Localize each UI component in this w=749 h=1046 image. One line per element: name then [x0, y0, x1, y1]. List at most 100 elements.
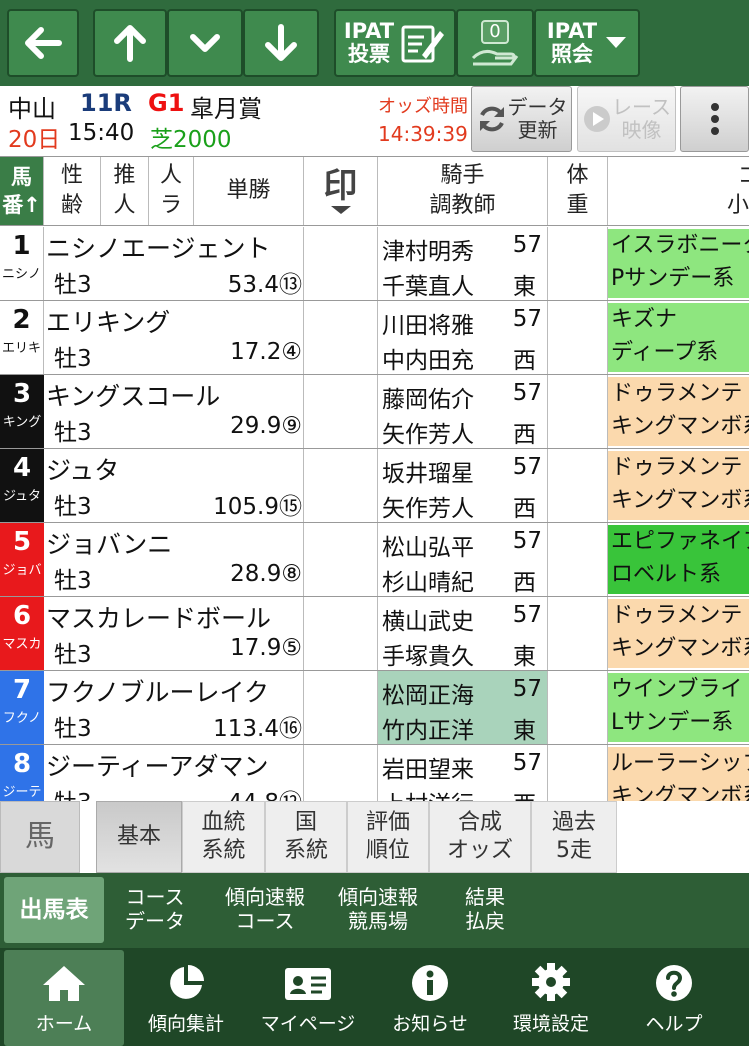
tab-results[interactable]: 結果 払戻	[440, 873, 530, 945]
nav-home[interactable]: ホーム	[4, 950, 124, 1046]
nav-settings[interactable]: 環境設定	[492, 948, 610, 1046]
refresh-top: データ	[507, 95, 568, 119]
caret-down-icon	[606, 37, 627, 48]
mark-cell[interactable]	[304, 375, 378, 448]
header-umaban[interactable]: 馬番↑	[0, 157, 44, 225]
col-divider	[378, 597, 548, 670]
sire-line-cell: ドゥラメンテキングマンボ系	[608, 599, 749, 668]
table-row[interactable]: 7フクノフクノブルーレイク牡3113.4⑯松岡正海57竹内正洋東ウインブライトL…	[0, 671, 749, 745]
header-win-odds[interactable]: 単勝	[194, 157, 304, 225]
video-top: レース	[612, 95, 671, 119]
sire-line: Pサンデー系	[611, 266, 735, 291]
table-row[interactable]: 3 キング キングスコール 牡3 29.9⑨ 藤岡佑介 57 矢作芳人西ドゥラメンテ キングマン…	[0, 375, 749, 449]
venue: 中山	[8, 95, 56, 123]
pie-chart-icon	[170, 965, 204, 999]
ipat-vote-bottom: 投票	[347, 42, 390, 66]
nav-news[interactable]: お知らせ	[372, 948, 488, 1046]
tab-trend-track[interactable]: 傾向速報 競馬場	[322, 873, 434, 945]
tab-combined-odds[interactable]: 合成 オッズ	[429, 801, 531, 873]
nav-trend[interactable]: 傾向集計	[128, 948, 244, 1046]
header-body-weight[interactable]: 体重	[548, 157, 608, 225]
ipat-ref-bottom: 照会	[550, 42, 593, 66]
col-divider	[378, 671, 548, 744]
tab-bloodline[interactable]: 血統 系統	[182, 801, 265, 873]
col-divider	[378, 375, 548, 448]
sire-name: イスラボニータ	[611, 233, 749, 258]
table-row[interactable]: 2 エリキ エリキング 牡3 17.2④ 川田将雅 57 中内田充西キズナ ディープ系	[0, 301, 749, 375]
sire-name: ドゥラメンテ	[611, 381, 743, 406]
arrow-left-icon	[25, 27, 62, 59]
col-divider	[0, 449, 304, 522]
mark-cell[interactable]	[304, 449, 378, 522]
mark-cell[interactable]	[304, 523, 378, 596]
horse-view-toggle[interactable]: 馬	[0, 801, 80, 873]
tab-past-5-races[interactable]: 過去 5走	[531, 801, 617, 873]
first-race-button[interactable]	[93, 9, 167, 77]
sire-line-cell: エピファネイアロベルト系	[608, 525, 749, 594]
sire-name: ウインブライト	[611, 677, 749, 702]
next-race-button[interactable]	[243, 9, 319, 77]
cart-button[interactable]: 0	[456, 9, 534, 77]
sire-name: キズナ	[611, 307, 678, 332]
table-row[interactable]: 1ニシノニシノエージェント牡353.4⑬津村明秀57千葉直人東イスラボニータPサ…	[0, 227, 749, 301]
chevron-down-icon	[190, 34, 220, 52]
hand-coin-icon	[471, 49, 519, 66]
cart-count-badge: 0	[481, 20, 509, 44]
play-circle-icon	[584, 106, 610, 132]
header-sex-age[interactable]: 性齢	[44, 157, 101, 225]
tab-basic[interactable]: 基本	[96, 801, 182, 873]
tab-rating[interactable]: 評価 順位	[347, 801, 429, 873]
ipat-reference-button[interactable]: IPAT 照会	[534, 9, 640, 77]
nav-help[interactable]: ヘルプ	[614, 948, 734, 1046]
race-number: 11R	[80, 89, 132, 117]
sire-line-cell: ドゥラメンテキングマンボ系	[608, 377, 749, 446]
col-divider	[0, 375, 304, 448]
race-video-button[interactable]: レース 映像	[577, 86, 676, 152]
arrow-up-icon	[114, 25, 146, 62]
home-icon	[43, 966, 85, 1001]
body-weight-cell	[548, 227, 608, 300]
race-select-button[interactable]	[167, 9, 243, 77]
header-sire-line[interactable]: ゴ小系	[608, 157, 749, 225]
table-row[interactable]: 4ジュタジュタ牡3105.9⑮坂井瑠星57矢作芳人西ドゥラメンテキングマンボ系	[0, 449, 749, 523]
col-divider	[0, 671, 304, 744]
col-divider	[0, 597, 304, 670]
back-button[interactable]	[7, 9, 79, 77]
header-mark[interactable]: 印	[304, 157, 378, 225]
caret-down-icon	[330, 206, 351, 214]
mark-cell[interactable]	[304, 597, 378, 670]
sire-line-cell: キズナ ディープ系	[608, 303, 749, 372]
col-divider	[378, 449, 548, 522]
more-menu-button[interactable]	[680, 86, 749, 152]
table-row[interactable]: 5ジョバジョバンニ牡328.9⑧松山弘平57杉山晴紀西エピファネイアロベルト系	[0, 523, 749, 597]
video-bottom: 映像	[621, 118, 662, 142]
race-time: 15:40	[68, 120, 135, 146]
tab-course-data[interactable]: コース データ	[108, 873, 202, 945]
sire-line: Lサンデー系	[611, 710, 734, 735]
mark-cell[interactable]	[304, 301, 378, 374]
header-recommend[interactable]: 推人	[101, 157, 149, 225]
tab-trend-course[interactable]: 傾向速報 コース	[210, 873, 320, 945]
body-weight-cell	[548, 375, 608, 448]
table-header: 馬番↑ 性齢 推人 人ラ 単勝 印 騎手調教師 体重 ゴ小系	[0, 156, 749, 226]
nav-mypage[interactable]: マイページ	[248, 948, 368, 1046]
sire-line: ディープ系	[611, 340, 719, 365]
data-refresh-button[interactable]: データ 更新	[471, 86, 572, 152]
col-divider	[378, 523, 548, 596]
header-popularity[interactable]: 人ラ	[149, 157, 194, 225]
sire-line: キングマンボ系	[611, 488, 749, 513]
sire-name: エピファネイア	[611, 529, 749, 554]
sire-line: キングマンボ系	[611, 636, 749, 661]
body-weight-cell	[548, 597, 608, 670]
tab-country-line[interactable]: 国系統	[265, 801, 347, 873]
table-row[interactable]: 6 マスカ マスカレードボール 牡3 17.9⑤ 横山武史 57 手塚貴久東ドゥラメンテ キング…	[0, 597, 749, 671]
ipat-vote-top: IPAT	[343, 19, 395, 43]
mark-cell[interactable]	[304, 227, 378, 300]
top-toolbar: IPAT 投票 0 IPAT 照会	[0, 0, 749, 86]
odds-time-label: オッズ時間	[378, 96, 468, 117]
nav-trend-label: 傾向集計	[147, 1013, 224, 1035]
tab-entry-table[interactable]: 出馬表	[4, 877, 104, 943]
mark-cell[interactable]	[304, 671, 378, 744]
ipat-vote-button[interactable]: IPAT 投票	[334, 9, 456, 77]
header-jockey-trainer[interactable]: 騎手 調教師	[378, 157, 548, 225]
